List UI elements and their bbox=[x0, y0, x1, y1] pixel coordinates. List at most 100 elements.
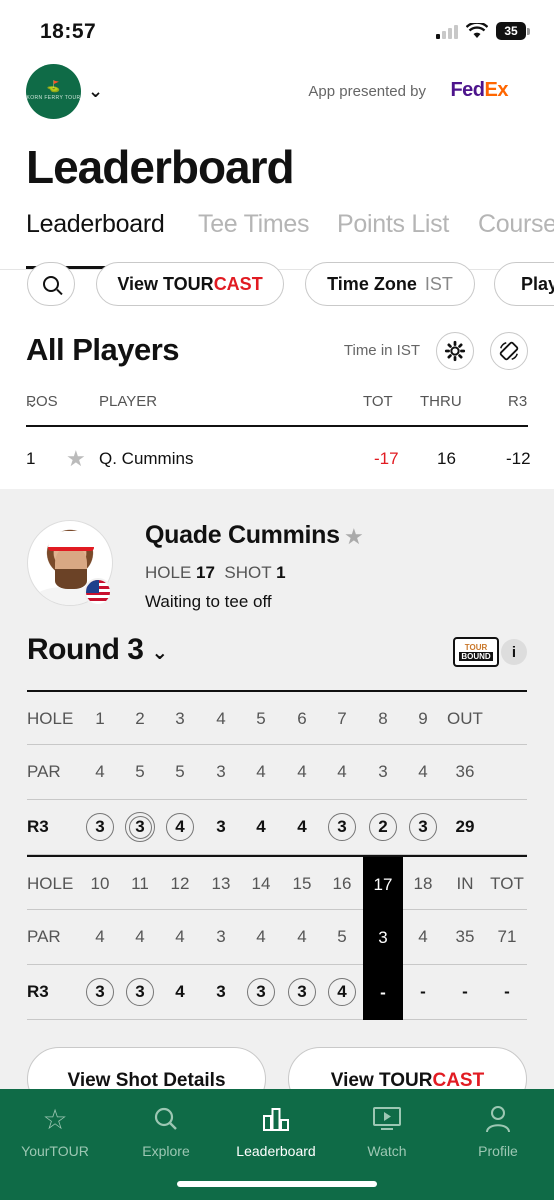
front-par-row-hole-6: 4 bbox=[297, 762, 307, 781]
front-score-row-hole-8: 2 bbox=[363, 800, 403, 854]
favorite-star-icon[interactable]: ★ bbox=[344, 524, 364, 550]
settings-button[interactable] bbox=[436, 332, 474, 370]
front-hole-row-total-1: OUT bbox=[447, 709, 483, 728]
front-par-row-hole-9: 4 bbox=[418, 762, 428, 781]
col-pos[interactable]: POS ⌄ bbox=[26, 393, 58, 411]
search-icon bbox=[153, 1099, 179, 1139]
page-title: Leaderboard bbox=[26, 141, 295, 193]
back-hole-row-hole-4: 13 bbox=[211, 874, 231, 893]
front-par-row-hole-3: 5 bbox=[175, 762, 185, 781]
back-score-row-total-2: - bbox=[504, 982, 510, 1001]
tour-logo[interactable]: ⛳ KORN FERRY TOUR bbox=[26, 64, 81, 119]
back-score-row-hole-4: 3 bbox=[216, 982, 226, 1001]
rotate-screen-button[interactable] bbox=[490, 332, 528, 370]
back-score-row-label: R3 bbox=[27, 982, 49, 1001]
back-hole-row-hole-7: 16 bbox=[332, 874, 352, 893]
back-par-row-total-1: 35 bbox=[455, 927, 475, 946]
front-hole-row-hole-2: 2 bbox=[135, 709, 145, 728]
view-tourcast-chip[interactable]: View TOUR CAST bbox=[96, 262, 284, 306]
time-in-label: Time in IST bbox=[343, 342, 420, 359]
back-par-row-hole-6: 4 bbox=[297, 927, 307, 946]
player-filter-chip[interactable]: Play bbox=[494, 262, 554, 306]
row-player: Q. Cummins bbox=[99, 449, 194, 468]
back-hole-row-label: HOLE bbox=[27, 874, 74, 893]
back-score-row-hole-7: 4 bbox=[322, 965, 362, 1019]
back-hole-row-hole-6: 15 bbox=[292, 874, 312, 893]
back-hole-row-hole-5: 14 bbox=[251, 874, 271, 893]
tab-bar: Leaderboard Tee Times Points List Course bbox=[0, 200, 554, 270]
leaderboard-row[interactable]: 1 ★ Q. Cummins -17 16 -12 bbox=[26, 440, 531, 480]
search-icon bbox=[43, 276, 59, 292]
back-par-row: PAR 4 4 4 3 4 4 5 3 4 35 71 bbox=[27, 910, 527, 965]
back-par-row-hole-8: 3 bbox=[363, 910, 403, 965]
front-hole-row-hole-9: 9 bbox=[418, 709, 428, 728]
back-score-row-hole-5: 3 bbox=[241, 965, 281, 1019]
sponsor-logo: FedEx bbox=[450, 79, 508, 101]
front-par-row-hole-5: 4 bbox=[256, 762, 266, 781]
tour-bound-badge[interactable]: TOUR BOUND bbox=[453, 637, 499, 667]
front-par-row-hole-4: 3 bbox=[216, 762, 226, 781]
round-selector[interactable]: Round 3 ⌄ bbox=[27, 633, 168, 667]
usa-flag-icon bbox=[84, 578, 112, 606]
battery-level: 35 bbox=[496, 22, 526, 40]
back-par-row-hole-3: 4 bbox=[175, 927, 185, 946]
front-score-row-hole-1: 3 bbox=[80, 800, 120, 854]
col-tot: TOT bbox=[363, 393, 393, 410]
info-icon[interactable]: i bbox=[501, 639, 527, 665]
favorite-star-icon[interactable]: ★ bbox=[66, 446, 86, 472]
front-score-row-hole-7: 3 bbox=[322, 800, 362, 854]
front-hole-row-hole-7: 7 bbox=[337, 709, 347, 728]
watch-icon bbox=[372, 1099, 402, 1139]
front-hole-row-hole-8: 8 bbox=[378, 709, 388, 728]
wifi-icon bbox=[466, 23, 488, 38]
row-tot: -17 bbox=[374, 449, 399, 468]
time-zone-chip[interactable]: Time Zone IST bbox=[305, 262, 475, 306]
tab-points-list[interactable]: Points List bbox=[337, 210, 449, 239]
row-thru: 16 bbox=[437, 449, 456, 468]
search-button[interactable] bbox=[27, 262, 75, 306]
star-icon: ☆ bbox=[42, 1103, 68, 1135]
front-par-row-hole-2: 5 bbox=[135, 762, 145, 781]
front-hole-row-label: HOLE bbox=[27, 709, 74, 728]
back-hole-row-hole-9: 18 bbox=[413, 874, 433, 893]
hole-shot-info: HOLE 17 SHOT 1 bbox=[145, 563, 286, 582]
tab-explore[interactable]: Explore bbox=[111, 1089, 221, 1159]
col-r3: R3 bbox=[508, 393, 528, 410]
back-hole-row-hole-2: 11 bbox=[131, 874, 149, 893]
back-hole-row-hole-3: 12 bbox=[170, 874, 190, 893]
status-time: 18:57 bbox=[40, 20, 97, 43]
back-par-row-hole-5: 4 bbox=[256, 927, 266, 946]
front-par-row-total-1: 36 bbox=[455, 762, 475, 781]
signal-icon bbox=[436, 23, 458, 39]
chevron-down-icon[interactable]: ⌄ bbox=[88, 81, 103, 102]
back-score-row-hole-6: 3 bbox=[282, 965, 322, 1019]
back-hole-row-total-1: IN bbox=[456, 874, 474, 893]
row-r3: -12 bbox=[506, 449, 531, 468]
tab-course[interactable]: Course bbox=[478, 210, 554, 239]
back-par-row-hole-7: 5 bbox=[337, 927, 347, 946]
back-hole-row-hole-1: 10 bbox=[90, 874, 110, 893]
front-hole-row-hole-1: 1 bbox=[95, 709, 105, 728]
status-bar: 18:57 35 bbox=[0, 0, 554, 62]
front-hole-row-hole-4: 4 bbox=[216, 709, 226, 728]
col-thru: THRU bbox=[420, 393, 462, 410]
back-par-row-total-2: 71 bbox=[497, 927, 517, 946]
back-par-row-hole-1: 4 bbox=[95, 927, 105, 946]
back-score-row-hole-8: - bbox=[363, 965, 403, 1020]
back-par-row-label: PAR bbox=[27, 927, 61, 946]
col-player: PLAYER bbox=[99, 393, 158, 410]
section-title: All Players bbox=[26, 332, 180, 367]
tab-leaderboard[interactable]: Leaderboard bbox=[26, 210, 165, 239]
back-score-row-hole-1: 3 bbox=[80, 965, 120, 1019]
player-name: Quade Cummins bbox=[145, 521, 340, 549]
back-par-row-hole-9: 4 bbox=[418, 927, 428, 946]
battery-icon: 35 bbox=[496, 22, 530, 40]
leaderboard-icon bbox=[261, 1099, 291, 1139]
tab-profile[interactable]: Profile bbox=[443, 1089, 553, 1159]
tab-tee-times[interactable]: Tee Times bbox=[198, 210, 310, 239]
tab-yourtour[interactable]: ☆ YourTOUR bbox=[0, 1089, 110, 1160]
tab-leaderboard-nav[interactable]: Leaderboard bbox=[221, 1089, 331, 1159]
tab-watch[interactable]: Watch bbox=[332, 1089, 442, 1159]
home-indicator bbox=[177, 1181, 377, 1187]
front-par-row-hole-8: 3 bbox=[378, 762, 388, 781]
